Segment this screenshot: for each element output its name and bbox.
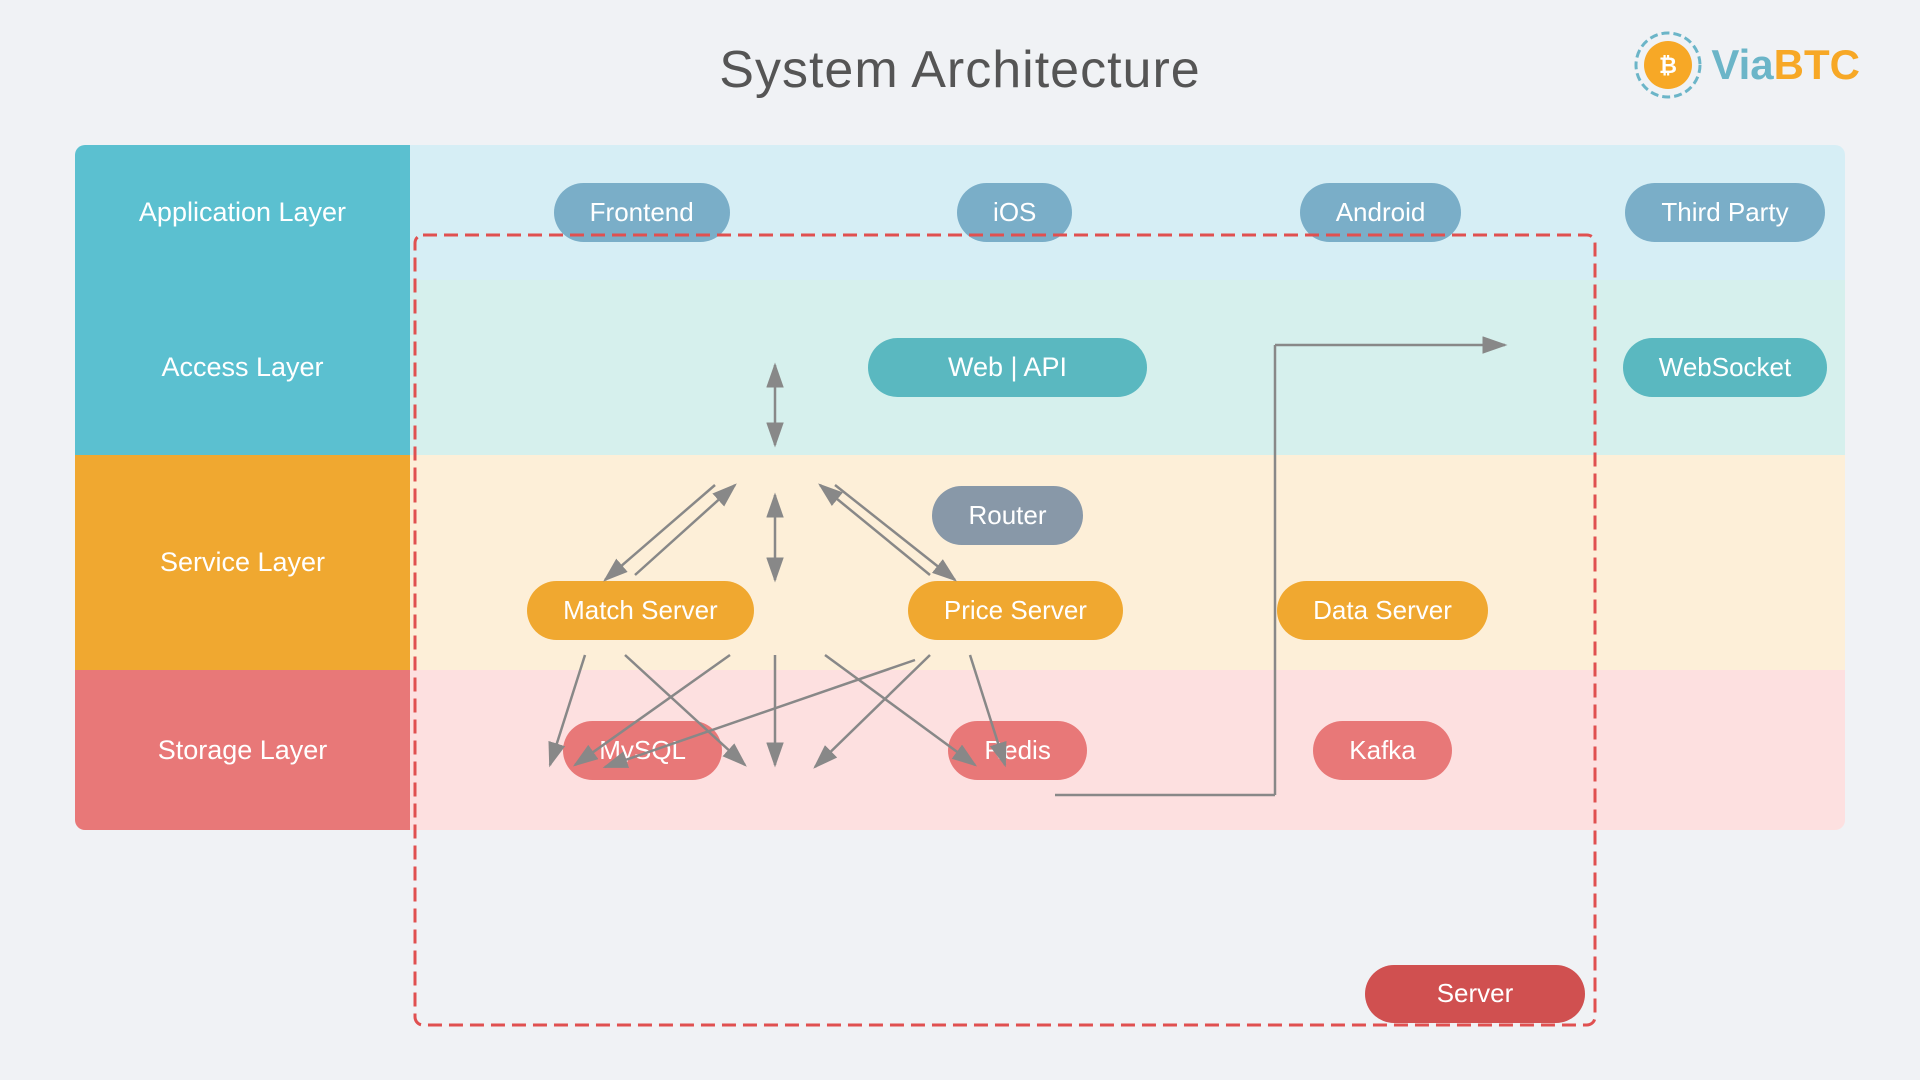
service-right-area [1605, 455, 1845, 670]
application-layer-label: Application Layer [75, 145, 410, 280]
logo: ₿ ViaBTC [1633, 30, 1860, 100]
kafka-pill: Kafka [1313, 721, 1452, 780]
storage-layer-content: MySQL Redis Kafka [410, 670, 1605, 830]
websocket-area: WebSocket [1605, 280, 1845, 455]
storage-layer-label: Storage Layer [75, 670, 410, 830]
price-server-pill: Price Server [908, 581, 1123, 640]
logo-text: ViaBTC [1711, 41, 1860, 89]
third-party-area: Third Party [1605, 145, 1845, 280]
storage-right-area [1605, 670, 1845, 830]
router-pill: Router [932, 486, 1082, 545]
service-layer-content: Router Match Server Price Server Data Se… [410, 455, 1605, 670]
page: System Architecture ₿ ViaBTC Application… [0, 0, 1920, 1080]
service-layer-label: Service Layer [75, 455, 410, 670]
architecture-diagram: Application Layer Frontend iOS Android T… [75, 145, 1845, 1045]
ios-pill: iOS [957, 183, 1072, 242]
match-server-pill: Match Server [527, 581, 754, 640]
data-server-pill: Data Server [1277, 581, 1488, 640]
frontend-pill: Frontend [554, 183, 730, 242]
page-title: System Architecture [0, 0, 1920, 100]
redis-pill: Redis [948, 721, 1086, 780]
bitcoin-logo-icon: ₿ [1633, 30, 1703, 100]
third-party-pill: Third Party [1625, 183, 1824, 242]
access-layer-label: Access Layer [75, 280, 410, 455]
application-layer-content: Frontend iOS Android [410, 145, 1605, 280]
web-api-pill: Web | API [868, 338, 1147, 397]
access-layer-content: Web | API [410, 280, 1605, 455]
svg-text:₿: ₿ [1659, 53, 1677, 78]
android-pill: Android [1300, 183, 1462, 242]
websocket-pill: WebSocket [1623, 338, 1827, 397]
mysql-pill: MySQL [563, 721, 722, 780]
